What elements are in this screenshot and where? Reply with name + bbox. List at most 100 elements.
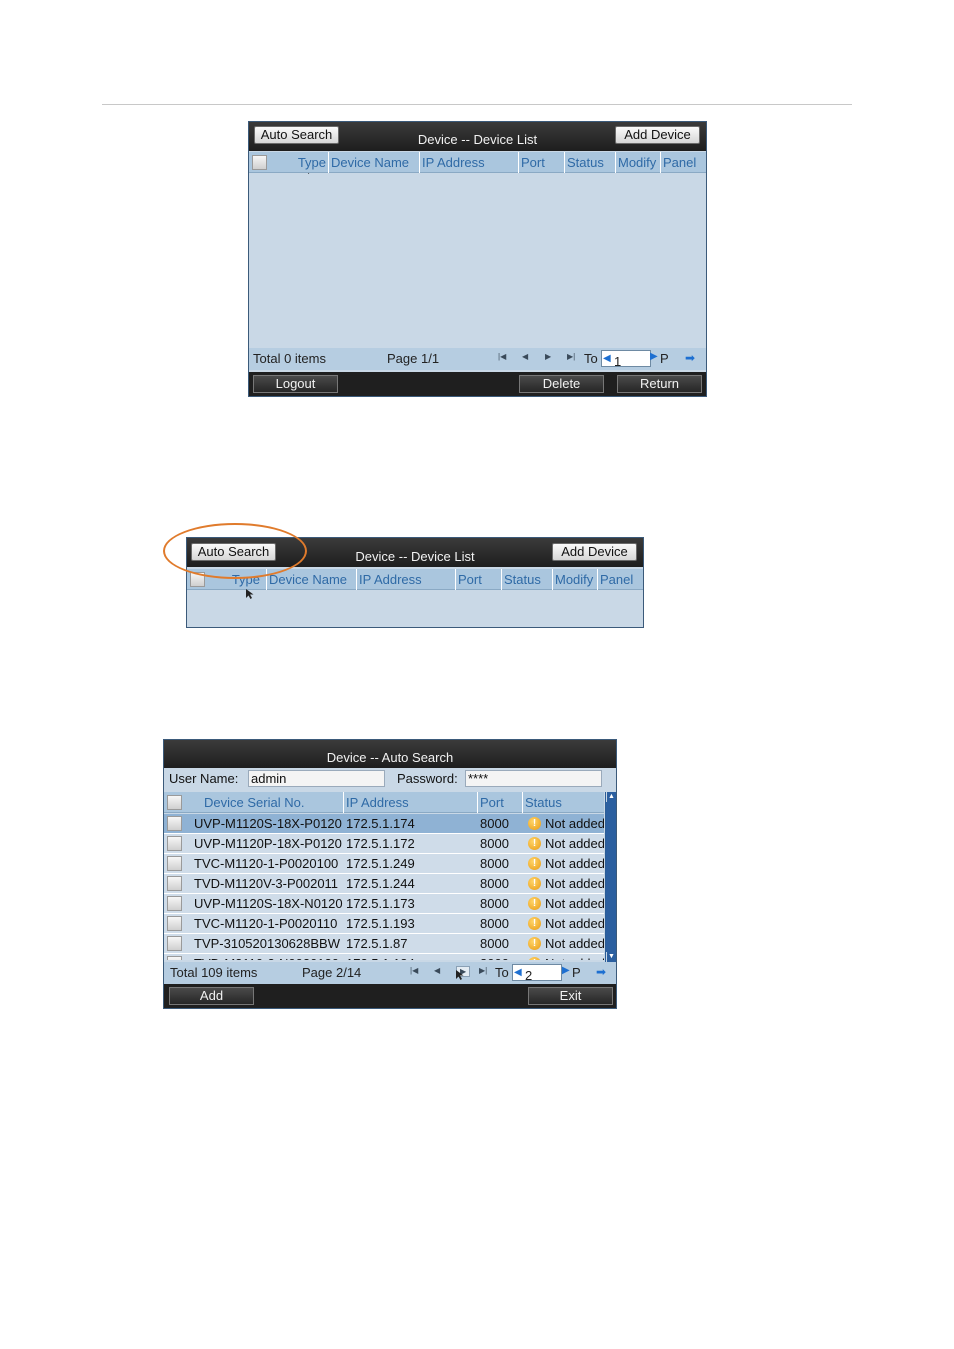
row-checkbox[interactable] [167, 916, 182, 931]
username-input[interactable]: admin [248, 770, 385, 787]
table-row[interactable]: UVP-M1120S-18X-N0120 172.5.1.173 8000! Not … [164, 894, 604, 914]
table-footer: Total 109 items Page 2/14 |◀ ◀ ▶ ▶| To ◀… [164, 962, 616, 984]
logout-button[interactable]: Logout [253, 375, 338, 393]
auto-search-button[interactable]: Auto Search [191, 543, 276, 561]
total-items: Total 109 items [170, 965, 258, 980]
col-panel[interactable]: Panel [598, 569, 643, 590]
add-button[interactable]: Add [169, 987, 254, 1005]
cell-status: Not added [545, 916, 604, 931]
add-device-button[interactable]: Add Device [615, 126, 700, 144]
row-checkbox[interactable] [167, 936, 182, 951]
cell-status: Not added [545, 876, 604, 891]
col-serial-no[interactable]: Device Serial No. [186, 792, 344, 813]
cell-port: 8000 [480, 954, 520, 960]
warning-icon: ! [528, 857, 541, 870]
cell-ip-address: 172.5.1.193 [346, 916, 415, 931]
row-checkbox[interactable] [167, 896, 182, 911]
to-label: To [584, 351, 598, 366]
table-header: Type Device Name IP Address Port Status … [249, 152, 706, 173]
col-ip-address[interactable]: IP Address [344, 792, 478, 813]
col-modify[interactable]: Modify [553, 569, 598, 590]
row-checkbox[interactable] [167, 856, 182, 871]
col-port[interactable]: Port [456, 569, 502, 590]
cell-ip-address: 172.5.1.249 [346, 856, 415, 871]
password-input[interactable]: **** [465, 770, 602, 787]
username-label: User Name: [169, 771, 239, 786]
col-port[interactable]: Port [478, 792, 523, 813]
total-items: Total 0 items [253, 351, 326, 366]
cell-ip-address: 172.5.1.172 [346, 836, 415, 851]
prev-page-icon[interactable]: ◀ [434, 966, 440, 975]
col-status[interactable]: Status [565, 152, 616, 173]
row-checkbox[interactable] [167, 956, 182, 960]
first-page-icon[interactable]: |◀ [498, 352, 506, 361]
warning-icon: ! [528, 817, 541, 830]
page-indicator: Page 2/14 [302, 965, 362, 980]
col-type[interactable]: Type [271, 152, 329, 173]
auto-search-button[interactable]: Auto Search [254, 126, 339, 144]
return-button[interactable]: Return [617, 375, 702, 393]
col-device-name[interactable]: Device Name [267, 569, 357, 590]
go-arrow-icon[interactable]: ➡ [685, 351, 695, 365]
device-list-panel: Device -- Device List Auto Search Add De… [248, 121, 707, 397]
decrement-arrow-icon[interactable]: ◀ [603, 351, 611, 366]
cell-ip-address: 172.5.1.244 [346, 876, 415, 891]
col-status[interactable]: Status [523, 792, 606, 813]
col-port[interactable]: Port [519, 152, 565, 173]
exit-button[interactable]: Exit [528, 987, 613, 1005]
cell-serial-no: TVC-M1120-1-P0020110 [194, 916, 338, 931]
page-number-input[interactable]: ◀ 1 [601, 350, 651, 369]
table-row[interactable]: TVP-310520130628BBW 172.5.1.87 8000! Not ad… [164, 934, 604, 954]
select-all-checkbox[interactable] [190, 572, 205, 587]
increment-arrow-icon[interactable]: ▶ [650, 351, 658, 362]
table-row[interactable]: TVD-M2110-2-N0020120172.5.1.184 8000! Not … [164, 954, 604, 960]
add-device-button[interactable]: Add Device [552, 543, 637, 561]
cell-port: 8000 [480, 936, 509, 951]
page-number-input[interactable]: ◀ 2 [512, 964, 562, 983]
col-panel[interactable]: Panel [661, 152, 706, 173]
scroll-down-icon[interactable]: ▼ [607, 952, 616, 962]
col-type[interactable]: Type [209, 569, 267, 590]
table-row[interactable]: UVP-M1120P-18X-P0120 172.5.1.172 8000! Not … [164, 834, 604, 854]
cell-status: Not added [545, 816, 604, 831]
bottom-bar: Logout Delete Return [249, 372, 706, 396]
increment-arrow-icon[interactable]: ▶ [562, 965, 570, 976]
first-page-icon[interactable]: |◀ [410, 966, 418, 975]
col-status[interactable]: Status [502, 569, 553, 590]
scroll-up-icon[interactable]: ▲ [607, 792, 616, 802]
warning-icon: ! [528, 917, 541, 930]
page-divider [102, 104, 852, 105]
prev-page-icon[interactable]: ◀ [522, 352, 528, 361]
warning-icon: ! [528, 897, 541, 910]
to-label: To [495, 965, 509, 980]
last-page-icon[interactable]: ▶| [567, 352, 575, 361]
title-bar: Device -- Auto Search [164, 740, 616, 768]
credentials-row: User Name: admin Password: **** [164, 768, 616, 790]
results-scrollbar[interactable]: ▲ ▼ [605, 792, 616, 962]
bottom-bar: Add Exit [164, 984, 616, 1008]
next-page-icon[interactable]: ▶ [545, 352, 551, 361]
select-all-checkbox[interactable] [252, 155, 267, 170]
mouse-cursor-icon [456, 970, 464, 980]
table-row[interactable]: UVP-M1120S-18X-P0120 172.5.1.174 8000! Not … [164, 814, 604, 834]
cell-serial-no: TVD-M1120V-3-P002011 [194, 876, 339, 891]
go-arrow-icon[interactable]: ➡ [596, 965, 606, 979]
auto-search-panel: Device -- Auto Search User Name: admin P… [163, 739, 617, 1009]
table-row[interactable]: TVC-M1120-1-P0020110 172.5.1.193 8000! Not … [164, 914, 604, 934]
scroll-thumb[interactable] [606, 802, 616, 952]
select-all-checkbox[interactable] [167, 795, 182, 810]
page-number-value: 2 [525, 968, 533, 983]
col-modify[interactable]: Modify [616, 152, 661, 173]
last-page-icon[interactable]: ▶| [479, 966, 487, 975]
table-row[interactable]: TVD-M1120V-3-P002011 172.5.1.244 8000! Not … [164, 874, 604, 894]
col-ip-address[interactable]: IP Address [357, 569, 456, 590]
row-checkbox[interactable] [167, 816, 182, 831]
decrement-arrow-icon[interactable]: ◀ [514, 965, 522, 980]
table-row[interactable]: TVC-M1120-1-P0020100 172.5.1.249 8000! Not … [164, 854, 604, 874]
col-device-name[interactable]: Device Name [329, 152, 420, 173]
row-checkbox[interactable] [167, 836, 182, 851]
delete-button[interactable]: Delete [519, 375, 604, 393]
col-ip-address[interactable]: IP Address [420, 152, 519, 173]
row-checkbox[interactable] [167, 876, 182, 891]
table-footer: Total 0 items Page 1/1 |◀ ◀ ▶ ▶| To ◀ 1 … [249, 348, 706, 370]
